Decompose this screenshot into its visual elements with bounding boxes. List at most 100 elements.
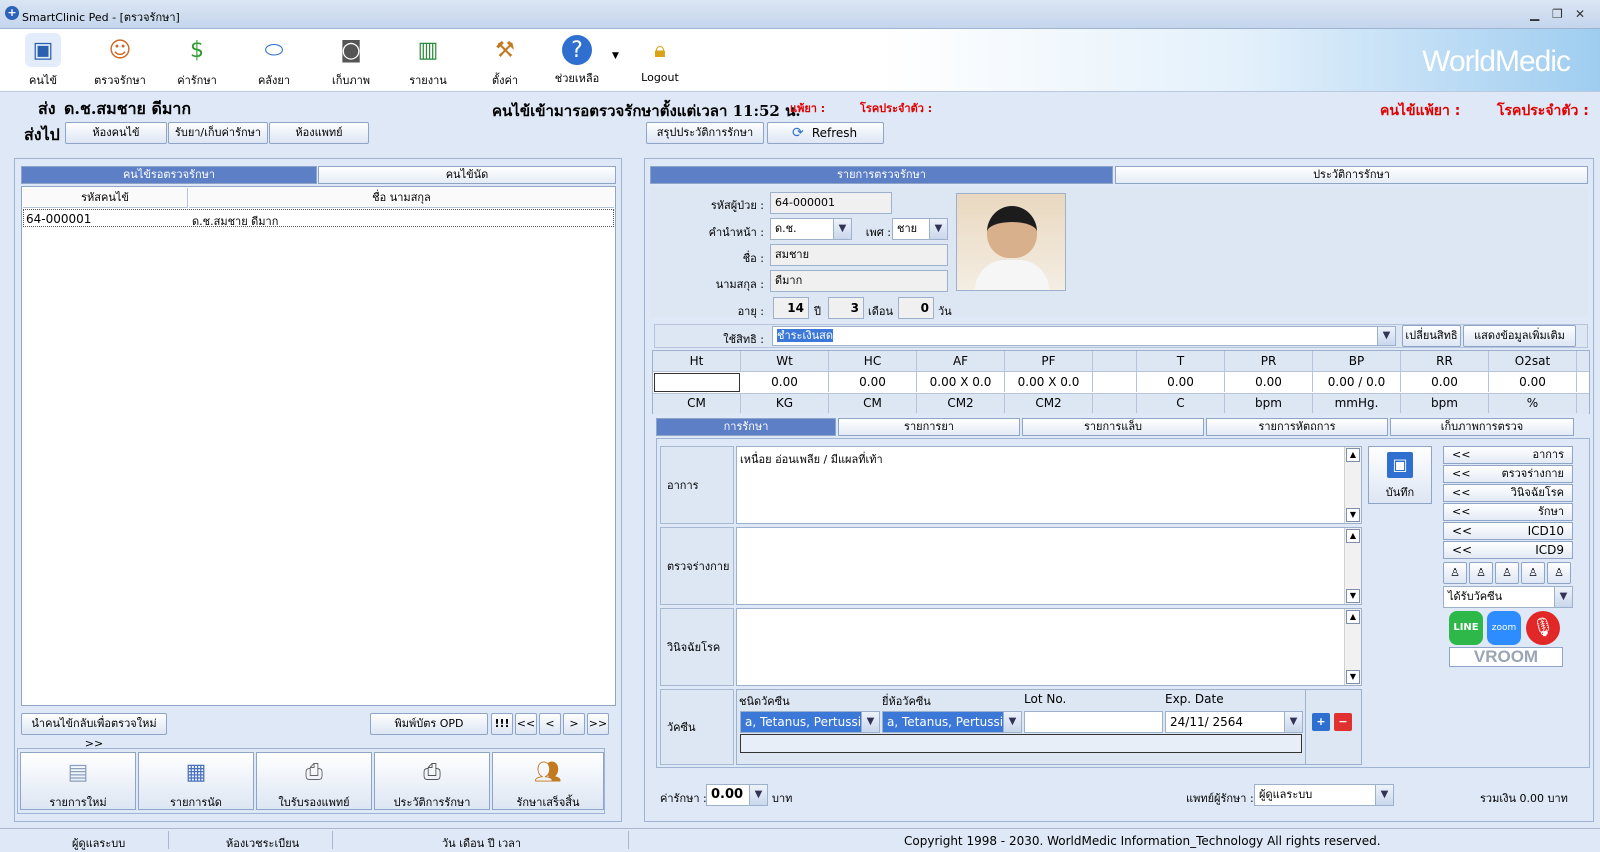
toolbar-report-button[interactable]: ▥ รายงาน <box>393 33 463 89</box>
close-icon[interactable]: ✕ <box>1575 7 1585 21</box>
sex-select[interactable]: ชาย ▼ <box>892 218 948 240</box>
chevron-down-icon[interactable]: ▼ <box>1375 785 1393 805</box>
scroll-up-icon[interactable]: ▲ <box>1346 448 1360 462</box>
refresh-button[interactable]: ⟳ Refresh <box>767 122 884 144</box>
lot-no-field[interactable] <box>1024 711 1163 733</box>
toolbar-exam-button[interactable]: ☺ ตรวจรักษา <box>85 33 155 89</box>
chevron-down-icon[interactable]: ▼ <box>833 219 851 239</box>
toolbar-help-button[interactable]: ? ช่วยเหลือ <box>542 33 612 87</box>
vitals-value-cell[interactable]: 0.00 <box>1225 372 1313 392</box>
add-vaccine-icon[interactable]: + <box>1312 713 1330 731</box>
doctor-5-icon[interactable]: ♙ <box>1547 562 1571 584</box>
fee-select[interactable]: 0.00 ▼ <box>706 784 768 806</box>
return-patient-button[interactable]: นำคนไข้กลับเพื่อตรวจใหม่ >> <box>21 713 167 750</box>
change-rights-button[interactable]: เปลี่ยนสิทธิ <box>1402 325 1461 347</box>
column-header-name[interactable]: ชื่อ นามสกุล <box>189 188 614 208</box>
vroom-button[interactable]: VROOM <box>1449 647 1563 667</box>
tab-exam-list[interactable]: รายการตรวจรักษา <box>650 166 1113 184</box>
toolbar-logout-button[interactable]: 🔒︎ Logout <box>625 33 695 85</box>
chevron-down-icon[interactable]: ▼ <box>1003 712 1021 732</box>
chevron-down-icon[interactable]: ▼ <box>1284 712 1302 732</box>
scrollbar[interactable]: ▲ ▼ <box>1344 447 1361 523</box>
scroll-down-icon[interactable]: ▼ <box>1346 589 1360 603</box>
help-dropdown-icon[interactable]: ▼ <box>612 51 619 61</box>
zoom-app-icon[interactable]: zoom <box>1487 611 1521 645</box>
rights-select[interactable]: ชำระเงินสด ▼ <box>772 326 1396 346</box>
subtab-treatment[interactable]: การรักษา <box>656 418 836 436</box>
vaccine-new-row[interactable] <box>740 734 1302 753</box>
scrollbar[interactable]: ▲ ▼ <box>1344 609 1361 685</box>
doctor-select[interactable]: ผู้ดูแลระบบ ▼ <box>1254 784 1394 806</box>
insert-diagnosis-button[interactable]: << วินิจฉัยโรค <box>1443 484 1573 502</box>
vitals-value-cell[interactable]: 0.00 <box>1489 372 1577 392</box>
exam-textarea[interactable]: ▲ ▼ <box>736 527 1362 605</box>
scrollbar[interactable]: ▲ ▼ <box>1344 528 1361 604</box>
subtab-drugs[interactable]: รายการยา <box>838 418 1020 436</box>
scroll-up-icon[interactable]: ▲ <box>1346 529 1360 543</box>
nav-first-button[interactable]: << <box>515 713 537 735</box>
insert-icd10-button[interactable]: << ICD10 <box>1443 522 1573 540</box>
remove-vaccine-icon[interactable]: − <box>1334 713 1352 731</box>
vitals-value-cell[interactable] <box>1093 372 1137 392</box>
insert-exam-button[interactable]: << ตรวจร่างกาย <box>1443 465 1573 483</box>
age-years-field[interactable]: 14 <box>773 297 809 319</box>
tab-appointments[interactable]: คนไข้นัด <box>318 166 616 184</box>
doctor-1-icon[interactable]: ♙ <box>1443 562 1467 584</box>
vaccine-type-select[interactable]: a, Tetanus, Pertussis ▼ <box>740 711 880 733</box>
show-more-info-button[interactable]: แสดงข้อมูลเพิ่มเติม <box>1463 325 1576 347</box>
doctor-3-icon[interactable]: ♙ <box>1495 562 1519 584</box>
tab-treatment-history[interactable]: ประวัติการรักษา <box>1115 166 1588 184</box>
doctor-4-icon[interactable]: ♙ <box>1521 562 1545 584</box>
vitals-value-cell[interactable]: 0.00 <box>741 372 829 392</box>
minimize-icon[interactable]: ▁ <box>1530 7 1539 21</box>
vaccine-received-select[interactable]: ได้รับวัคซีน ▼ <box>1443 586 1573 608</box>
chevron-down-icon[interactable]: ▼ <box>861 712 879 732</box>
microphone-icon[interactable]: 🎙︎ <box>1526 611 1560 645</box>
send-patient-room-button[interactable]: ห้องคนไข้ <box>65 122 167 144</box>
hn-field[interactable]: 64-000001 <box>770 192 892 214</box>
first-name-field[interactable]: สมชาย <box>770 244 948 266</box>
subtab-procedures[interactable]: รายการหัตถการ <box>1206 418 1388 436</box>
vitals-value-cell[interactable]: 0.00 / 0.0 <box>1313 372 1401 392</box>
exp-date-picker[interactable]: 24/11/ 2564 ▼ <box>1165 711 1303 733</box>
patient-photo[interactable] <box>956 193 1066 291</box>
table-row[interactable]: 64-000001 ด.ช.สมชาย ดีมาก <box>23 209 614 228</box>
age-days-field[interactable]: 0 <box>898 297 934 319</box>
line-app-icon[interactable]: LINE <box>1449 611 1483 645</box>
tab-waiting-patients[interactable]: คนไข้รอตรวจรักษา <box>21 166 317 184</box>
column-header-id[interactable]: รหัสคนไข้ <box>23 188 188 208</box>
new-entry-button[interactable]: ▤ รายการใหม่ <box>20 752 136 810</box>
nav-last-button[interactable]: >> <box>587 713 609 735</box>
finish-treatment-button[interactable]: 👥︎ รักษาเสร็จสิ้น <box>492 752 604 810</box>
toolbar-fee-button[interactable]: $ ค่ารักษา <box>162 33 232 89</box>
vitals-value-cell[interactable]: 0.00 <box>1137 372 1225 392</box>
scroll-up-icon[interactable]: ▲ <box>1346 610 1360 624</box>
chevron-down-icon[interactable]: ▼ <box>1554 587 1572 607</box>
doctor-2-icon[interactable]: ♙ <box>1469 562 1493 584</box>
medical-certificate-button[interactable]: ⎙ ใบรับรองแพทย์ <box>256 752 372 810</box>
vitals-value-cell[interactable]: 0.00 <box>1401 372 1489 392</box>
symptom-textarea[interactable]: เหนื่อย อ่อนเพลีย / มีแผลที่เท้า ▲ ▼ <box>736 446 1362 524</box>
toolbar-settings-button[interactable]: ⚒ ตั้งค่า <box>470 33 540 89</box>
treatment-history-print-button[interactable]: ⎙ ประวัติการรักษา <box>374 752 490 810</box>
chevron-down-icon[interactable]: ▼ <box>749 785 767 805</box>
chevron-down-icon[interactable]: ▼ <box>929 219 947 239</box>
toolbar-patient-button[interactable]: ▣ คนไข้ <box>8 33 78 89</box>
scroll-down-icon[interactable]: ▼ <box>1346 508 1360 522</box>
diagnosis-textarea[interactable]: ▲ ▼ <box>736 608 1362 686</box>
subtab-exam-photos[interactable]: เก็บภาพการตรวจ <box>1390 418 1574 436</box>
restore-icon[interactable]: ❐ <box>1552 7 1563 21</box>
send-pharmacy-button[interactable]: รับยา/เก็บค่ารักษา <box>168 122 268 144</box>
nav-alert-button[interactable]: !!! <box>491 713 513 735</box>
age-months-field[interactable]: 3 <box>828 297 864 319</box>
chevron-down-icon[interactable]: ▼ <box>1377 327 1395 345</box>
insert-symptom-button[interactable]: << อาการ <box>1443 446 1573 464</box>
vitals-value-cell[interactable]: 0.00 X 0.0 <box>1005 372 1093 392</box>
last-name-field[interactable]: ดีมาก <box>770 270 948 292</box>
height-input[interactable] <box>654 373 740 392</box>
toolbar-pharmacy-button[interactable]: ⬭ คลังยา <box>239 33 309 89</box>
insert-icd9-button[interactable]: << ICD9 <box>1443 541 1573 559</box>
vitals-value-cell[interactable]: 0.00 <box>829 372 917 392</box>
treatment-summary-button[interactable]: สรุปประวัติการรักษา <box>646 122 764 144</box>
toolbar-photo-button[interactable]: ◙ เก็บภาพ <box>316 33 386 89</box>
